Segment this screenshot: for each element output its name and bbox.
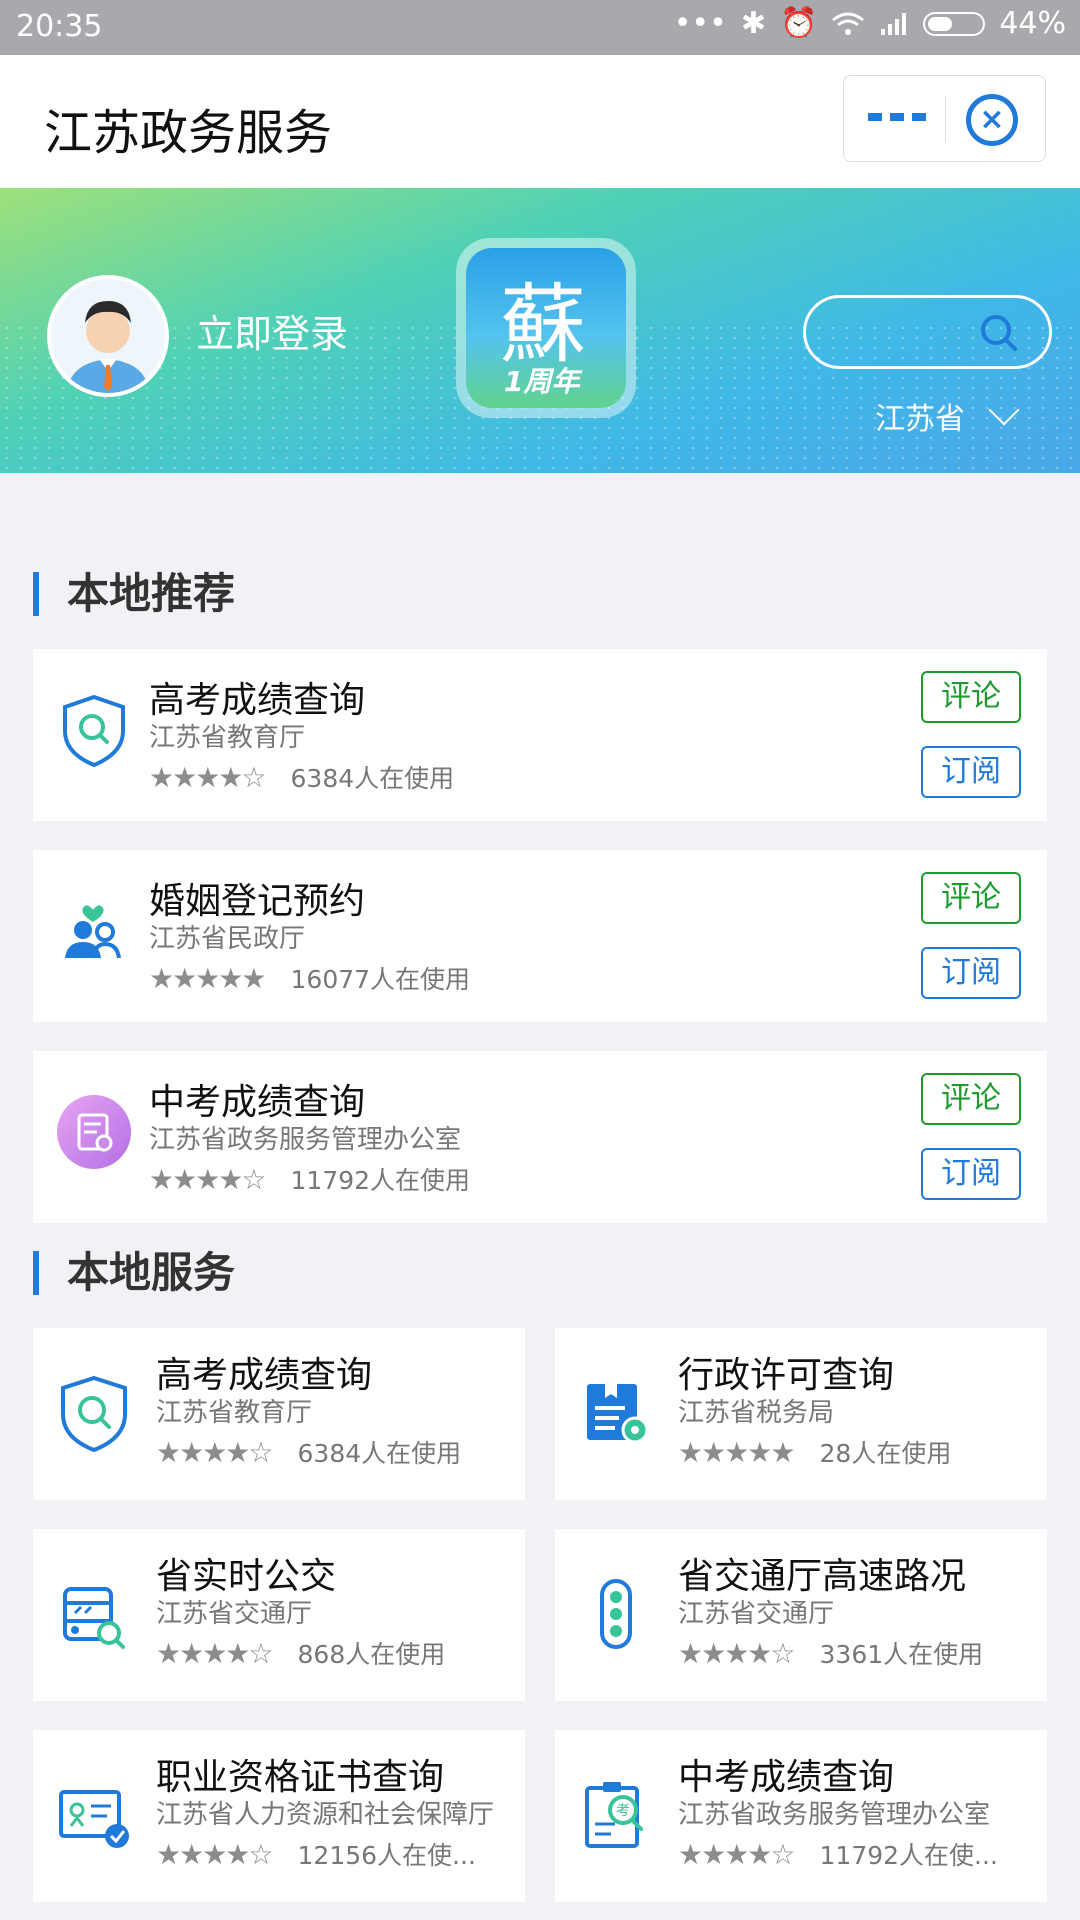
service-tile[interactable]: 职业资格证书查询 江苏省人力资源和社会保障厅 ★★★★☆ 12156人在使... bbox=[33, 1730, 525, 1902]
subscribe-button[interactable]: 订阅 bbox=[921, 947, 1021, 999]
hero-banner: 立即登录 蘇 1周年 江苏省 bbox=[0, 188, 1080, 473]
service-tile[interactable]: 省实时公交 江苏省交通厅 ★★★★☆ 868人在使用 bbox=[33, 1529, 525, 1701]
service-name: 婚姻登记预约 bbox=[149, 881, 366, 922]
usage-count: 16077人在使用 bbox=[290, 965, 471, 994]
service-tile[interactable]: 高考成绩查询 江苏省教育厅 ★★★★☆ 6384人在使用 bbox=[33, 1328, 525, 1500]
recommend-card[interactable]: 中考成绩查询 江苏省政务服务管理办公室 ★★★★☆ 11792人在使用 评论 订阅 bbox=[33, 1051, 1047, 1223]
service-name: 省实时公交 bbox=[156, 1556, 337, 1597]
service-tile[interactable]: 省交通厅高速路况 江苏省交通厅 ★★★★☆ 3361人在使用 bbox=[555, 1529, 1047, 1701]
section-title-services: 本地服务 bbox=[33, 1251, 235, 1295]
couple-heart-icon bbox=[65, 905, 121, 959]
more-menu-icon[interactable] bbox=[868, 113, 926, 121]
rating-stars: ★★★★☆ bbox=[156, 1837, 274, 1871]
more-dots-icon: ••• bbox=[673, 6, 727, 41]
service-org: 江苏省交通厅 bbox=[156, 1599, 313, 1629]
rating-stars: ★★★★☆ bbox=[156, 1435, 274, 1469]
exam-search-icon: 考 bbox=[585, 1782, 643, 1848]
comment-button[interactable]: 评论 bbox=[921, 872, 1021, 924]
title-bar: 江苏政务服务 × bbox=[0, 55, 1080, 189]
status-time: 20:35 bbox=[16, 9, 103, 44]
battery-percent: 44% bbox=[999, 6, 1066, 41]
shield-search-icon bbox=[61, 1375, 127, 1453]
traffic-light-icon bbox=[600, 1579, 632, 1649]
service-org: 江苏省政务服务管理办公室 bbox=[678, 1800, 991, 1830]
service-org: 江苏省教育厅 bbox=[149, 723, 306, 753]
recommend-card[interactable]: 婚姻登记预约 江苏省民政厅 ★★★★★ 16077人在使用 评论 订阅 bbox=[33, 850, 1047, 1022]
shield-search-icon bbox=[63, 694, 125, 768]
rating-stars: ★★★★☆ bbox=[678, 1636, 796, 1670]
battery-icon bbox=[923, 11, 986, 36]
comment-button[interactable]: 评论 bbox=[921, 671, 1021, 723]
usage-count: 868人在使用 bbox=[297, 1640, 446, 1669]
service-name: 高考成绩查询 bbox=[149, 680, 366, 721]
bus-search-icon bbox=[63, 1587, 125, 1649]
rating-stars: ★★★★☆ bbox=[156, 1636, 274, 1670]
service-org: 江苏省教育厅 bbox=[156, 1398, 313, 1428]
mini-program-capsule: × bbox=[843, 75, 1046, 162]
anniversary-badge: 1周年 bbox=[504, 365, 580, 398]
page-title: 江苏政务服务 bbox=[44, 105, 333, 161]
service-org: 江苏省人力资源和社会保障厅 bbox=[156, 1800, 495, 1830]
login-link[interactable]: 立即登录 bbox=[196, 303, 348, 358]
document-search-icon bbox=[57, 1095, 131, 1169]
service-name: 职业资格证书查询 bbox=[156, 1757, 445, 1798]
service-tile[interactable]: 考 中考成绩查询 江苏省政务服务管理办公室 ★★★★☆ 11792人在使... bbox=[555, 1730, 1047, 1902]
recommend-card[interactable]: 高考成绩查询 江苏省教育厅 ★★★★☆ 6384人在使用 评论 订阅 bbox=[33, 649, 1047, 821]
service-name: 省交通厅高速路况 bbox=[678, 1556, 967, 1597]
section-title-recommend: 本地推荐 bbox=[33, 572, 235, 616]
usage-count: 11792人在使用 bbox=[290, 1166, 471, 1195]
service-org: 江苏省民政厅 bbox=[149, 924, 306, 954]
alarm-icon: ⏰ bbox=[779, 6, 818, 41]
usage-count: 6384人在使用 bbox=[297, 1439, 462, 1468]
usage-count: 28人在使用 bbox=[819, 1439, 952, 1468]
usage-count: 11792人在使... bbox=[819, 1841, 998, 1870]
subscribe-button[interactable]: 订阅 bbox=[921, 746, 1021, 798]
wifi-icon bbox=[832, 12, 865, 35]
service-tile[interactable]: 行政许可查询 江苏省税务局 ★★★★★ 28人在使用 bbox=[555, 1328, 1047, 1500]
service-name: 行政许可查询 bbox=[678, 1355, 895, 1396]
app-logo: 蘇 1周年 bbox=[456, 238, 636, 418]
service-org: 江苏省税务局 bbox=[678, 1398, 835, 1428]
chevron-down-icon bbox=[988, 394, 1020, 426]
service-name: 高考成绩查询 bbox=[156, 1355, 373, 1396]
usage-count: 12156人在使... bbox=[297, 1841, 476, 1870]
rating-stars: ★★★★★ bbox=[678, 1435, 796, 1469]
certificate-icon bbox=[59, 1790, 129, 1848]
rating-stars: ★★★★★ bbox=[149, 961, 267, 995]
signal-icon bbox=[881, 12, 907, 35]
region-label: 江苏省 bbox=[875, 402, 965, 437]
usage-count: 3361人在使用 bbox=[819, 1640, 984, 1669]
comment-button[interactable]: 评论 bbox=[921, 1073, 1021, 1125]
search-input[interactable] bbox=[803, 295, 1052, 369]
bluetooth-icon: ✱ bbox=[740, 6, 766, 41]
service-name: 中考成绩查询 bbox=[149, 1082, 366, 1123]
service-org: 江苏省政务服务管理办公室 bbox=[149, 1125, 462, 1155]
rating-stars: ★★★★☆ bbox=[149, 1162, 267, 1196]
avatar[interactable] bbox=[47, 275, 169, 397]
rating-stars: ★★★★☆ bbox=[149, 760, 267, 794]
rating-stars: ★★★★☆ bbox=[678, 1837, 796, 1871]
search-icon bbox=[981, 315, 1017, 351]
service-name: 中考成绩查询 bbox=[678, 1757, 895, 1798]
status-bar: 20:35 ••• ✱ ⏰ 44% bbox=[0, 0, 1080, 55]
usage-count: 6384人在使用 bbox=[290, 764, 455, 793]
service-org: 江苏省交通厅 bbox=[678, 1599, 835, 1629]
close-icon[interactable]: × bbox=[966, 94, 1018, 146]
region-selector[interactable]: 江苏省 bbox=[875, 394, 1020, 438]
document-gear-icon bbox=[587, 1384, 649, 1444]
svg-text:考: 考 bbox=[616, 1803, 630, 1819]
subscribe-button[interactable]: 订阅 bbox=[921, 1148, 1021, 1200]
